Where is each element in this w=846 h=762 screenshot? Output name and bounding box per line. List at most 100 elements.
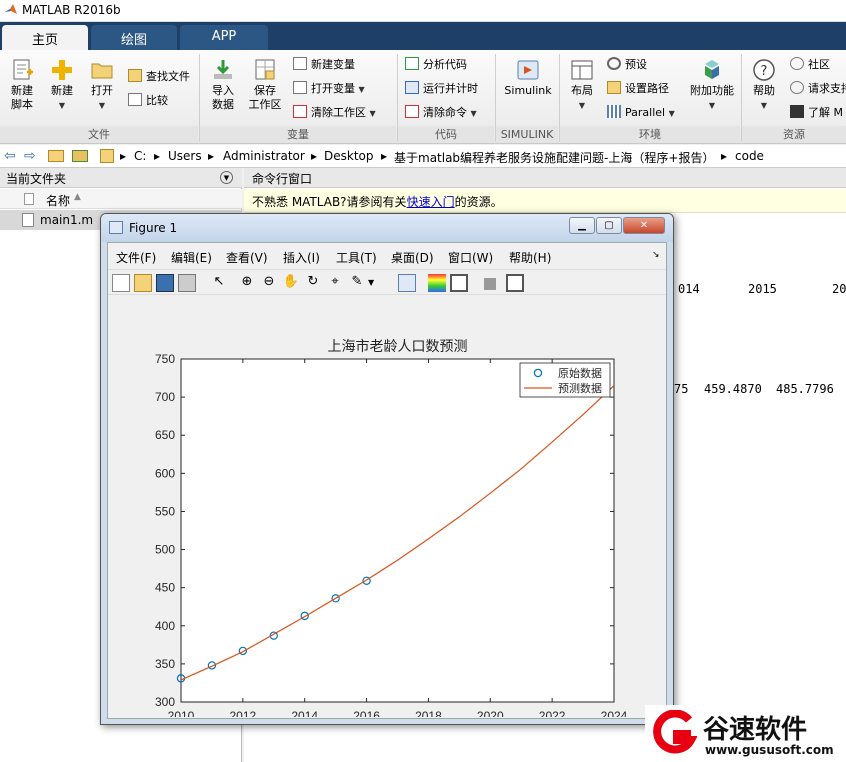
find-files-label: 查找文件	[146, 70, 190, 83]
new-script-label-2: 脚本	[11, 98, 33, 111]
zoom-out-icon[interactable]: ⊖	[260, 274, 278, 292]
new-button[interactable]: 新建 ▼	[40, 58, 84, 113]
tab-home[interactable]: 主页	[2, 25, 88, 50]
save-workspace-button[interactable]: 保存 工作区	[243, 58, 287, 112]
set-path-button[interactable]: 设置路径	[607, 79, 669, 99]
layout-dropdown-arrow[interactable]: ▼	[579, 101, 585, 110]
forward-icon[interactable]: ⇨	[24, 148, 36, 164]
x-tick-label: 2014	[291, 709, 318, 717]
breadcrumb-users[interactable]: Users	[168, 149, 202, 163]
menu-window[interactable]: 窗口(W)	[448, 249, 493, 266]
help-arrow[interactable]: ▼	[761, 101, 767, 110]
set-path-icon	[607, 81, 621, 94]
panel-menu-icon[interactable]: ▼	[220, 171, 233, 184]
save-ws-label-1: 保存	[254, 84, 276, 97]
analyze-code-button[interactable]: 分析代码	[405, 55, 467, 75]
simulink-label: Simulink	[504, 84, 552, 97]
breadcrumb-drive[interactable]: C:	[134, 149, 146, 163]
show-tools-icon[interactable]	[506, 274, 524, 292]
open-file-icon[interactable]	[134, 274, 152, 292]
m-file-icon	[22, 213, 34, 227]
new-script-button[interactable]: 新建 脚本	[0, 58, 44, 112]
learn-matlab-button[interactable]: 了解 M	[790, 103, 843, 123]
menu-edit[interactable]: 编辑(E)	[171, 249, 212, 266]
back-icon[interactable]: ⇦	[4, 148, 16, 164]
ribbon-tabstrip: 主页 绘图 APP	[0, 22, 846, 50]
open-variable-label: 打开变量	[311, 82, 355, 95]
minimize-button[interactable]: ▁	[569, 217, 595, 234]
clear-workspace-button[interactable]: 清除工作区 ▼	[293, 103, 376, 123]
menu-help[interactable]: 帮助(H)	[509, 249, 551, 266]
request-support-button[interactable]: 请求支持	[790, 79, 846, 99]
colorbar-icon[interactable]	[428, 274, 446, 292]
brush-dropdown-arrow[interactable]: ▼	[368, 278, 374, 287]
find-files-button[interactable]: 查找文件	[128, 67, 190, 87]
new-label: 新建	[51, 84, 73, 97]
maximize-button[interactable]: ▢	[596, 217, 622, 234]
menu-desktop[interactable]: 桌面(D)	[391, 249, 434, 266]
run-and-time-button[interactable]: 运行并计时	[405, 79, 478, 99]
community-button[interactable]: 社区	[790, 55, 830, 75]
tab-plots[interactable]: 绘图	[91, 25, 177, 50]
layout-button[interactable]: 布局 ▼	[560, 58, 604, 113]
breadcrumb-project-folder[interactable]: 基于matlab编程养老服务设施配建问题-上海（程序+报告）	[394, 149, 714, 166]
hide-tools-icon[interactable]	[484, 278, 496, 290]
clear-workspace-arrow[interactable]: ▼	[370, 109, 376, 118]
figure-window[interactable]: Figure 1 ▁ ▢ ✕ 文件(F) 编辑(E) 查看(V) 插入(I) 工…	[100, 213, 674, 725]
address-bar: ⇦ ⇨ ▸ C: ▸ Users ▸ Administrator ▸ Deskt…	[0, 145, 846, 168]
clear-commands-arrow[interactable]: ▼	[471, 109, 477, 118]
breadcrumb-code[interactable]: code	[735, 149, 764, 163]
menu-file[interactable]: 文件(F)	[116, 249, 156, 266]
rotate-3d-icon[interactable]: ↻	[304, 274, 322, 292]
breadcrumb-administrator[interactable]: Administrator	[223, 149, 305, 163]
close-button[interactable]: ✕	[623, 217, 665, 234]
figure-title-bar[interactable]: Figure 1 ▁ ▢ ✕	[101, 214, 673, 242]
clear-commands-button[interactable]: 清除命令 ▼	[405, 103, 477, 123]
simulink-button[interactable]: Simulink	[502, 58, 554, 98]
help-button[interactable]: ? 帮助 ▼	[742, 58, 786, 113]
add-ons-button[interactable]: 附加功能 ▼	[686, 58, 738, 113]
tab-apps[interactable]: APP	[180, 25, 268, 50]
browse-folder-icon[interactable]	[72, 150, 88, 162]
y-tick-label: 500	[155, 543, 175, 557]
data-cursor-icon[interactable]: ⌖	[326, 274, 344, 292]
folder-icon	[100, 149, 114, 163]
pan-hand-icon[interactable]: ✋	[282, 274, 300, 292]
new-variable-icon	[293, 57, 307, 70]
menu-view[interactable]: 查看(V)	[226, 249, 268, 266]
import-label-2: 数据	[212, 98, 234, 111]
open-button[interactable]: 打开 ▼	[80, 58, 124, 113]
compare-button[interactable]: 比较	[128, 91, 168, 111]
open-dropdown-arrow[interactable]: ▼	[99, 101, 105, 110]
link-plot-icon[interactable]	[398, 274, 416, 292]
import-data-button[interactable]: 导入 数据	[201, 58, 245, 112]
open-variable-arrow[interactable]: ▼	[359, 85, 365, 94]
legend-icon[interactable]	[450, 274, 468, 292]
watermark-brand: 谷速软件	[703, 715, 808, 745]
parallel-arrow[interactable]: ▼	[669, 109, 675, 118]
import-label-1: 导入	[212, 84, 234, 97]
preferences-button[interactable]: 预设	[607, 55, 647, 75]
dock-arrow-icon[interactable]: ↘	[652, 250, 660, 260]
file-list-header: 名称 ▲	[0, 189, 242, 209]
new-dropdown-arrow[interactable]: ▼	[59, 101, 65, 110]
new-figure-icon[interactable]	[112, 274, 130, 292]
menu-tools[interactable]: 工具(T)	[336, 249, 377, 266]
parallel-button[interactable]: Parallel ▼	[607, 103, 675, 123]
find-files-icon	[128, 69, 142, 82]
quick-start-link[interactable]: 快速入门	[407, 195, 455, 209]
add-ons-arrow[interactable]: ▼	[709, 101, 715, 110]
open-variable-button[interactable]: 打开变量 ▼	[293, 79, 365, 99]
breadcrumb-desktop[interactable]: Desktop	[324, 149, 374, 163]
new-variable-button[interactable]: 新建变量	[293, 55, 355, 75]
pointer-icon[interactable]: ↖	[210, 274, 228, 292]
chart-svg[interactable]: 上海市老龄人口数预测 2010 2012 2014 2016 2018 2020 2022 20…	[108, 297, 666, 717]
clear-workspace-label: 清除工作区	[311, 106, 366, 119]
up-folder-icon[interactable]	[48, 150, 64, 162]
zoom-in-icon[interactable]: ⊕	[238, 274, 256, 292]
brush-icon[interactable]: ✎	[348, 274, 366, 292]
print-icon[interactable]	[178, 274, 196, 292]
column-name-header[interactable]: 名称	[46, 192, 70, 209]
menu-insert[interactable]: 插入(I)	[283, 249, 320, 266]
save-figure-icon[interactable]	[156, 274, 174, 292]
